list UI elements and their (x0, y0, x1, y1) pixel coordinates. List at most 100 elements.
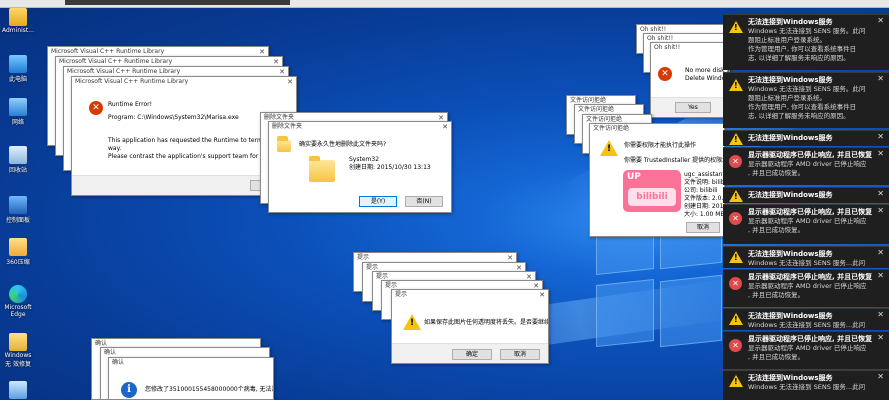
notification-body: Windows 无法连接到 SENS 服务...此问 (748, 259, 866, 267)
ohshit-text: Delete Windo (685, 75, 726, 82)
computer-icon (9, 55, 27, 73)
notification-title: 无法连接到Windows服务 (748, 250, 833, 258)
logo-up-text: UP (627, 172, 641, 182)
permission-text: 你需要权限才能执行此操作 (624, 142, 697, 149)
notification-card[interactable]: ! 无法连接到Windows服务 ✕ (723, 130, 889, 146)
info-icon: i (121, 382, 137, 398)
control-panel-icon (9, 196, 27, 214)
desktop-icon-partial[interactable] (2, 381, 34, 400)
close-icon[interactable]: ✕ (539, 290, 545, 300)
warning-icon: ! (729, 251, 743, 263)
notification-title: 无法连接到Windows服务 (748, 134, 833, 142)
cancel-button[interactable]: 取消 (686, 222, 720, 233)
notification-card[interactable]: ! 无法连接到Windows服务 ✕ Windows 无法连接到 SENS 服务… (723, 72, 889, 128)
notification-card[interactable]: ✕ 显示器驱动程序已停止响应, 并且已恢复 ✕ 显示器驱动程序 AMD driv… (723, 204, 889, 244)
windows-logo-pane (660, 274, 722, 348)
desktop-icon-windows-fix[interactable]: Windows 无 效修复 (2, 333, 34, 368)
warning-icon: ! (729, 79, 743, 91)
close-icon[interactable]: ✕ (877, 310, 884, 319)
file-company: 公司: bilibili (684, 187, 718, 194)
close-icon[interactable]: ✕ (442, 122, 448, 132)
notification-card[interactable]: ! 无法连接到Windows服务 ✕ Windows 无法连接到 SENS 服务… (723, 246, 889, 268)
ohshit-window-front[interactable]: Oh shit!! ✕ No more disk s Delete Windo … (650, 42, 730, 118)
notification-card[interactable]: ! 无法连接到Windows服务 ✕ (723, 187, 889, 203)
ok-button[interactable]: 确定 (452, 349, 492, 360)
warning-icon: ! (729, 21, 743, 33)
yes-button[interactable]: Yes (675, 102, 711, 113)
notification-card[interactable]: ! 无法连接到Windows服务 ✕ Windows 无法连接到 SENS 服务… (723, 14, 889, 70)
yes-button[interactable]: 是(Y) (359, 196, 397, 207)
window-title: Microsoft Visual C++ Runtime Library (72, 77, 296, 87)
close-icon[interactable]: ✕ (877, 271, 884, 280)
notification-title: 显示器驱动程序已停止响应, 并且已恢复 (748, 208, 873, 216)
user-folder-icon (9, 8, 27, 26)
top-window-strip (0, 0, 889, 8)
desktop-icon-control-panel[interactable]: 控制面板 (2, 196, 34, 224)
notification-body: 显示器驱动程序 AMD driver 已停止响应, 并且已成功恢复。 (748, 282, 867, 299)
close-icon[interactable]: ✕ (877, 248, 884, 257)
close-icon[interactable]: ✕ (877, 206, 884, 215)
recycle-bin-icon (9, 146, 27, 164)
error-heading: Runtime Error! (108, 101, 152, 108)
notification-title: 无法连接到Windows服务 (748, 76, 833, 84)
window-title: 文件访问拒绝 (590, 124, 724, 134)
warning-icon: ! (729, 133, 743, 145)
notification-card[interactable]: ! 无法连接到Windows服务 ✕ Windows 无法连接到 SENS 服务… (723, 370, 889, 400)
error-icon: ✕ (729, 212, 742, 225)
close-icon[interactable]: ✕ (877, 132, 884, 141)
notification-title: 显示器驱动程序已停止响应, 并且已恢复 (748, 273, 873, 281)
window-title: 确认 (109, 358, 273, 368)
window-title: 提示 (392, 290, 548, 300)
desktop-icon-edge[interactable]: Microsoft Edge (2, 285, 34, 318)
file-date: 创建日期: 2016 (684, 203, 725, 210)
delete-folder-dialog[interactable]: 删除文件夹 ✕ 确实要永久性地删除此文件夹吗? System32 创建日期: 2… (268, 121, 452, 213)
bilibili-logo: UP bilibili (623, 170, 681, 212)
file-version: 文件版本: 2.0.0 (684, 195, 725, 202)
desktop-icon-recycle-bin[interactable]: 回收站 (2, 146, 34, 174)
warning-icon: ! (600, 140, 618, 156)
save-warning-window-front[interactable]: 提示 ✕ ! 如果保存此图片任何透明度将丢失。是否要继续? 确定 取消 (391, 289, 549, 364)
confirm-window-front[interactable]: 确认 i 您修改了351000155458000000个病毒, 无法清除 (108, 357, 274, 400)
close-icon[interactable]: ✕ (877, 189, 884, 198)
notification-card[interactable]: ✕ 显示器驱动程序已停止响应, 并且已恢复 ✕ 显示器驱动程序 AMD driv… (723, 269, 889, 307)
edge-icon (9, 285, 27, 303)
permission-window-front[interactable]: 文件访问拒绝 ! 你需要权限才能执行此操作 你需要 TrustedInstall… (589, 123, 725, 237)
notification-title: 无法连接到Windows服务 (748, 18, 833, 26)
notification-title: 无法连接到Windows服务 (748, 191, 833, 199)
save-warning-message: 如果保存此图片任何透明度将丢失。是否要继续? (424, 319, 549, 326)
notification-title: 显示器驱动程序已停止响应, 并且已恢复 (748, 335, 873, 343)
error-text: way. (108, 145, 122, 152)
cancel-button[interactable]: 取消 (500, 349, 540, 360)
app-icon (9, 381, 27, 399)
warning-icon: ! (729, 375, 743, 387)
folder-created: 创建日期: 2015/10/30 13:13 (349, 164, 431, 171)
notification-title: 显示器驱动程序已停止响应, 并且已恢复 (748, 151, 873, 159)
close-icon[interactable]: ✕ (877, 372, 884, 381)
file-desc: 文件说明: bilibi (684, 179, 725, 186)
notification-card[interactable]: ✕ 显示器驱动程序已停止响应, 并且已恢复 ✕ 显示器驱动程序 AMD driv… (723, 147, 889, 185)
file-size: 大小: 1.00 MB (684, 211, 725, 218)
desktop-icon-admin[interactable]: Administ... (2, 8, 34, 34)
close-icon[interactable]: ✕ (877, 149, 884, 158)
close-icon[interactable]: ✕ (877, 333, 884, 342)
folder-icon (309, 156, 335, 182)
close-icon[interactable]: ✕ (877, 74, 884, 83)
notification-title: 无法连接到Windows服务 (748, 312, 833, 320)
notification-body: Windows 无法连接到 SENS 服务。此问 题阻止标准用户登录系统。 作为管理… (748, 85, 866, 120)
notification-card[interactable]: ✕ 显示器驱动程序已停止响应, 并且已恢复 ✕ 显示器驱动程序 AMD driv… (723, 331, 889, 369)
close-icon[interactable]: ✕ (877, 16, 884, 25)
notification-body: 显示器驱动程序 AMD driver 已停止响应, 并且已成功恢复。 (748, 160, 867, 177)
warning-icon: ! (729, 190, 743, 202)
folder-name: System32 (349, 156, 380, 163)
error-icon: ✕ (729, 155, 742, 168)
desktop-icon-network[interactable]: 网络 (2, 98, 34, 126)
error-icon: ✕ (729, 277, 742, 290)
windows-logo-pane (596, 278, 654, 348)
close-icon[interactable]: ✕ (287, 77, 293, 87)
notification-card[interactable]: ! 无法连接到Windows服务 ✕ Windows 无法连接到 SENS 服务… (723, 308, 889, 330)
desktop-icon-this-pc[interactable]: 此电脑 (2, 55, 34, 83)
file-name: ugc_assistant.e (684, 171, 725, 178)
no-button[interactable]: 否(N) (405, 196, 443, 207)
window-title: 删除文件夹 (269, 122, 451, 132)
desktop-icon-360zip[interactable]: 360压缩 (2, 238, 34, 266)
